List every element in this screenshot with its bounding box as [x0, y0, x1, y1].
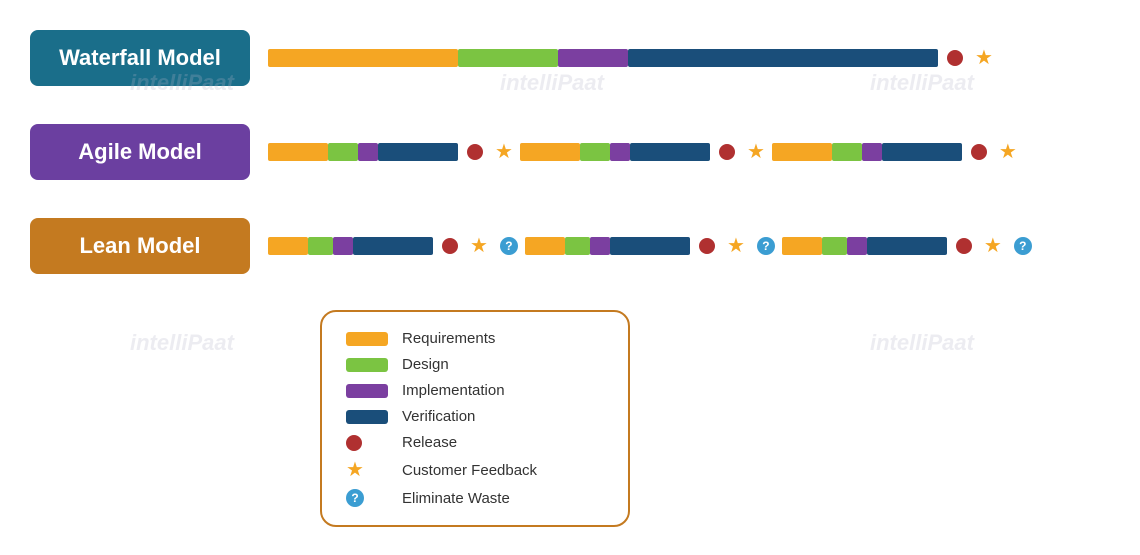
legend-label-release: Release — [402, 434, 457, 451]
ag-s2-star: ★ — [747, 142, 765, 162]
legend-waste: ? Eliminate Waste — [346, 489, 604, 507]
ag-s2-dot — [719, 144, 735, 160]
legend-box: Requirements Design Implementation Verif… — [320, 310, 630, 527]
ln-s3-waste: ? — [1014, 237, 1032, 255]
legend-verification: Verification — [346, 408, 604, 425]
ag-s2-green — [580, 143, 610, 161]
wf-star: ★ — [975, 48, 993, 68]
ag-s3-dot — [971, 144, 987, 160]
ag-s2-navy — [630, 143, 710, 161]
legend-label-design: Design — [402, 356, 449, 373]
legend-icon-feedback: ★ — [346, 460, 388, 480]
legend-label-requirements: Requirements — [402, 330, 495, 347]
ag-s1-green — [328, 143, 358, 161]
ln-s1-orange — [268, 237, 308, 255]
legend-icon-release — [346, 435, 388, 451]
ln-s1-dot — [442, 238, 458, 254]
legend-requirements: Requirements — [346, 330, 604, 347]
wf-star-marker: ★ — [975, 48, 993, 68]
wf-green — [458, 49, 558, 67]
legend-swatch-requirements — [346, 332, 388, 346]
ln-s3-navy — [867, 237, 947, 255]
agile-gantt: ★ ★ ★ — [268, 141, 1110, 163]
waterfall-label-box: Waterfall Model — [30, 30, 250, 86]
legend-circle-waste: ? — [346, 489, 364, 507]
legend-star-feedback: ★ — [346, 460, 364, 480]
waterfall-gantt: ★ — [268, 47, 1110, 69]
agile-label-box: Agile Model — [30, 124, 250, 180]
ln-s3-orange — [782, 237, 822, 255]
lean-label-box: Lean Model — [30, 218, 250, 274]
ln-s1-navy — [353, 237, 433, 255]
ag-s1-navy — [378, 143, 458, 161]
agile-row: Agile Model ★ ★ — [30, 124, 1110, 180]
lean-row: Lean Model ★ ? ★ ? — [30, 218, 1110, 274]
ag-s3-navy — [882, 143, 962, 161]
ag-s3-green — [832, 143, 862, 161]
ag-s1-orange — [268, 143, 328, 161]
ln-s3-dot — [956, 238, 972, 254]
wf-navy — [628, 49, 938, 67]
ln-s2-dot — [699, 238, 715, 254]
main-container: intelliPaat intelliPaat intelliPaat inte… — [0, 0, 1140, 555]
waterfall-row: Waterfall Model ★ — [30, 30, 1110, 86]
waterfall-label: Waterfall Model — [59, 45, 221, 71]
ln-s2-star: ★ — [727, 236, 745, 256]
ag-s3-star: ★ — [999, 142, 1017, 162]
watermark-6: intelliPaat — [870, 330, 974, 356]
legend-swatch-verif — [346, 410, 388, 424]
legend-dot-release — [346, 435, 362, 451]
legend-design: Design — [346, 356, 604, 373]
ln-s2-navy — [610, 237, 690, 255]
lean-label: Lean Model — [79, 233, 200, 259]
legend-label-waste: Eliminate Waste — [402, 490, 510, 507]
legend-icon-waste: ? — [346, 489, 388, 507]
lean-gantt: ★ ? ★ ? ★ ? — [268, 235, 1110, 257]
ag-s3-purple — [862, 143, 882, 161]
ln-s3-star: ★ — [984, 236, 1002, 256]
legend-implementation: Implementation — [346, 382, 604, 399]
legend-feedback: ★ Customer Feedback — [346, 460, 604, 480]
ln-s1-waste: ? — [500, 237, 518, 255]
ln-s3-purple — [847, 237, 867, 255]
legend-label-impl: Implementation — [402, 382, 505, 399]
legend-swatch-design — [346, 358, 388, 372]
ag-s2-purple — [610, 143, 630, 161]
wf-release-dot — [947, 50, 963, 66]
ln-s2-waste: ? — [757, 237, 775, 255]
ag-s1-star: ★ — [495, 142, 513, 162]
ag-s1-dot — [467, 144, 483, 160]
ln-s2-orange — [525, 237, 565, 255]
ag-s1-purple — [358, 143, 378, 161]
watermark-4: intelliPaat — [130, 330, 234, 356]
ln-s1-green — [308, 237, 333, 255]
ln-s1-star: ★ — [470, 236, 488, 256]
legend-label-feedback: Customer Feedback — [402, 462, 537, 479]
ln-s2-green — [565, 237, 590, 255]
ln-s3-green — [822, 237, 847, 255]
wf-orange — [268, 49, 458, 67]
ln-s1-purple — [333, 237, 353, 255]
ag-s2-orange — [520, 143, 580, 161]
legend-release: Release — [346, 434, 604, 451]
ln-s2-purple — [590, 237, 610, 255]
wf-purple — [558, 49, 628, 67]
legend-label-verif: Verification — [402, 408, 475, 425]
wf-release-marker — [947, 50, 963, 66]
agile-label: Agile Model — [78, 139, 201, 165]
ag-s3-orange — [772, 143, 832, 161]
legend-swatch-impl — [346, 384, 388, 398]
